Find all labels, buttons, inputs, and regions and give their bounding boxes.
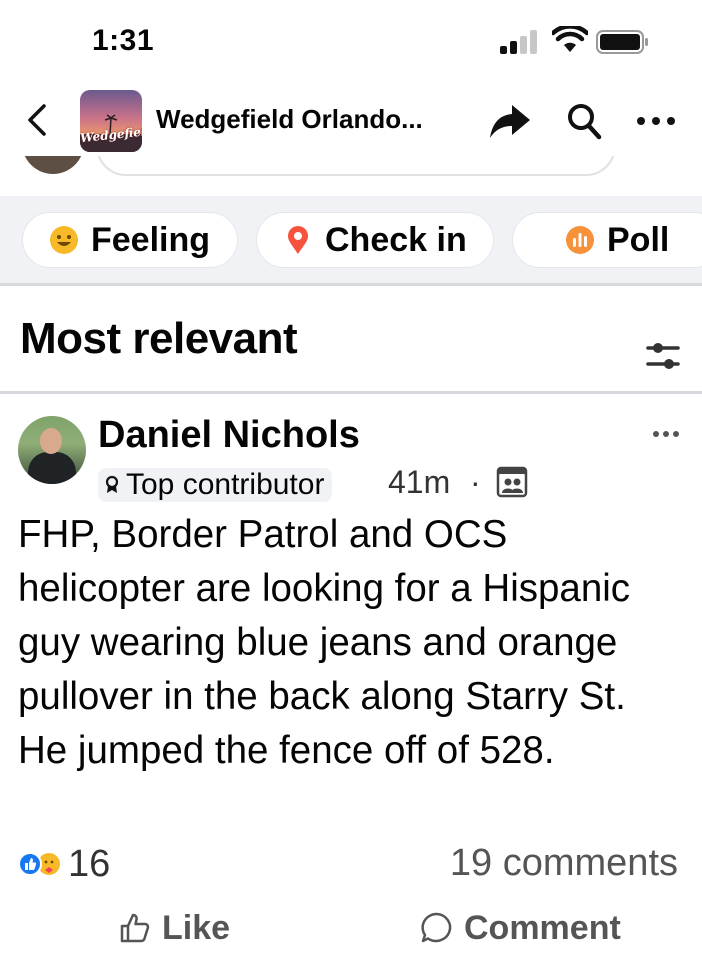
back-chevron-icon[interactable]	[24, 102, 52, 138]
author-avatar[interactable]	[18, 416, 86, 484]
sort-header: Most relevant	[0, 288, 702, 394]
feeling-icon	[50, 226, 78, 254]
meta-separator: ·	[470, 464, 481, 500]
feeling-chip-label: Feeling	[91, 220, 211, 259]
search-icon[interactable]	[566, 102, 602, 140]
filter-sliders-icon[interactable]	[644, 338, 682, 374]
status-bar: 1:31	[0, 0, 702, 80]
more-options-icon[interactable]	[636, 116, 676, 126]
contributor-badge-icon	[105, 475, 119, 493]
share-icon[interactable]	[488, 102, 532, 140]
write-post-input[interactable]	[96, 156, 616, 176]
post-card: Daniel Nichols Top contributor 41m · FHP…	[0, 398, 702, 960]
comments-count[interactable]: 19 comments	[450, 842, 678, 885]
wifi-icon	[552, 26, 588, 52]
comment-bubble-icon	[421, 912, 452, 943]
status-time: 1:31	[92, 24, 155, 57]
user-avatar[interactable]	[22, 156, 84, 174]
group-avatar[interactable]: Wedgefiel	[80, 90, 142, 152]
feeling-chip[interactable]: Feeling	[22, 212, 238, 268]
comment-button[interactable]: Comment	[420, 904, 621, 952]
thumbs-up-icon	[120, 913, 150, 943]
poll-icon	[566, 226, 594, 254]
like-button[interactable]: Like	[118, 904, 230, 952]
post-body[interactable]: FHP, Border Patrol and OCS helicopter ar…	[18, 508, 678, 778]
sort-title[interactable]: Most relevant	[20, 314, 298, 364]
reactions-summary[interactable]: 16	[18, 842, 110, 886]
battery-icon	[596, 30, 648, 54]
location-pin-icon	[288, 226, 308, 254]
like-reaction-icon	[18, 852, 42, 876]
group-audience-icon	[496, 466, 528, 498]
cellular-signal-icon	[500, 30, 544, 54]
poll-chip[interactable]: Poll	[512, 212, 702, 268]
check-in-chip[interactable]: Check in	[256, 212, 494, 268]
author-name[interactable]: Daniel Nichols	[98, 414, 360, 457]
comment-button-label: Comment	[464, 908, 621, 947]
top-contributor-badge[interactable]: Top contributor	[98, 468, 333, 502]
check-in-chip-label: Check in	[325, 220, 467, 259]
composer-shortcuts: Feeling Check in Poll	[0, 196, 702, 286]
group-header: Wedgefiel Wedgefield Orlando...	[0, 86, 702, 156]
poll-chip-label: Poll	[607, 220, 670, 259]
group-title[interactable]: Wedgefield Orlando...	[156, 104, 423, 135]
post-composer	[0, 156, 702, 192]
reaction-count: 16	[68, 842, 111, 885]
like-button-label: Like	[162, 908, 231, 947]
post-time[interactable]: 41m	[388, 464, 450, 501]
post-more-icon[interactable]	[652, 430, 680, 438]
badge-label: Top contributor	[126, 468, 325, 501]
